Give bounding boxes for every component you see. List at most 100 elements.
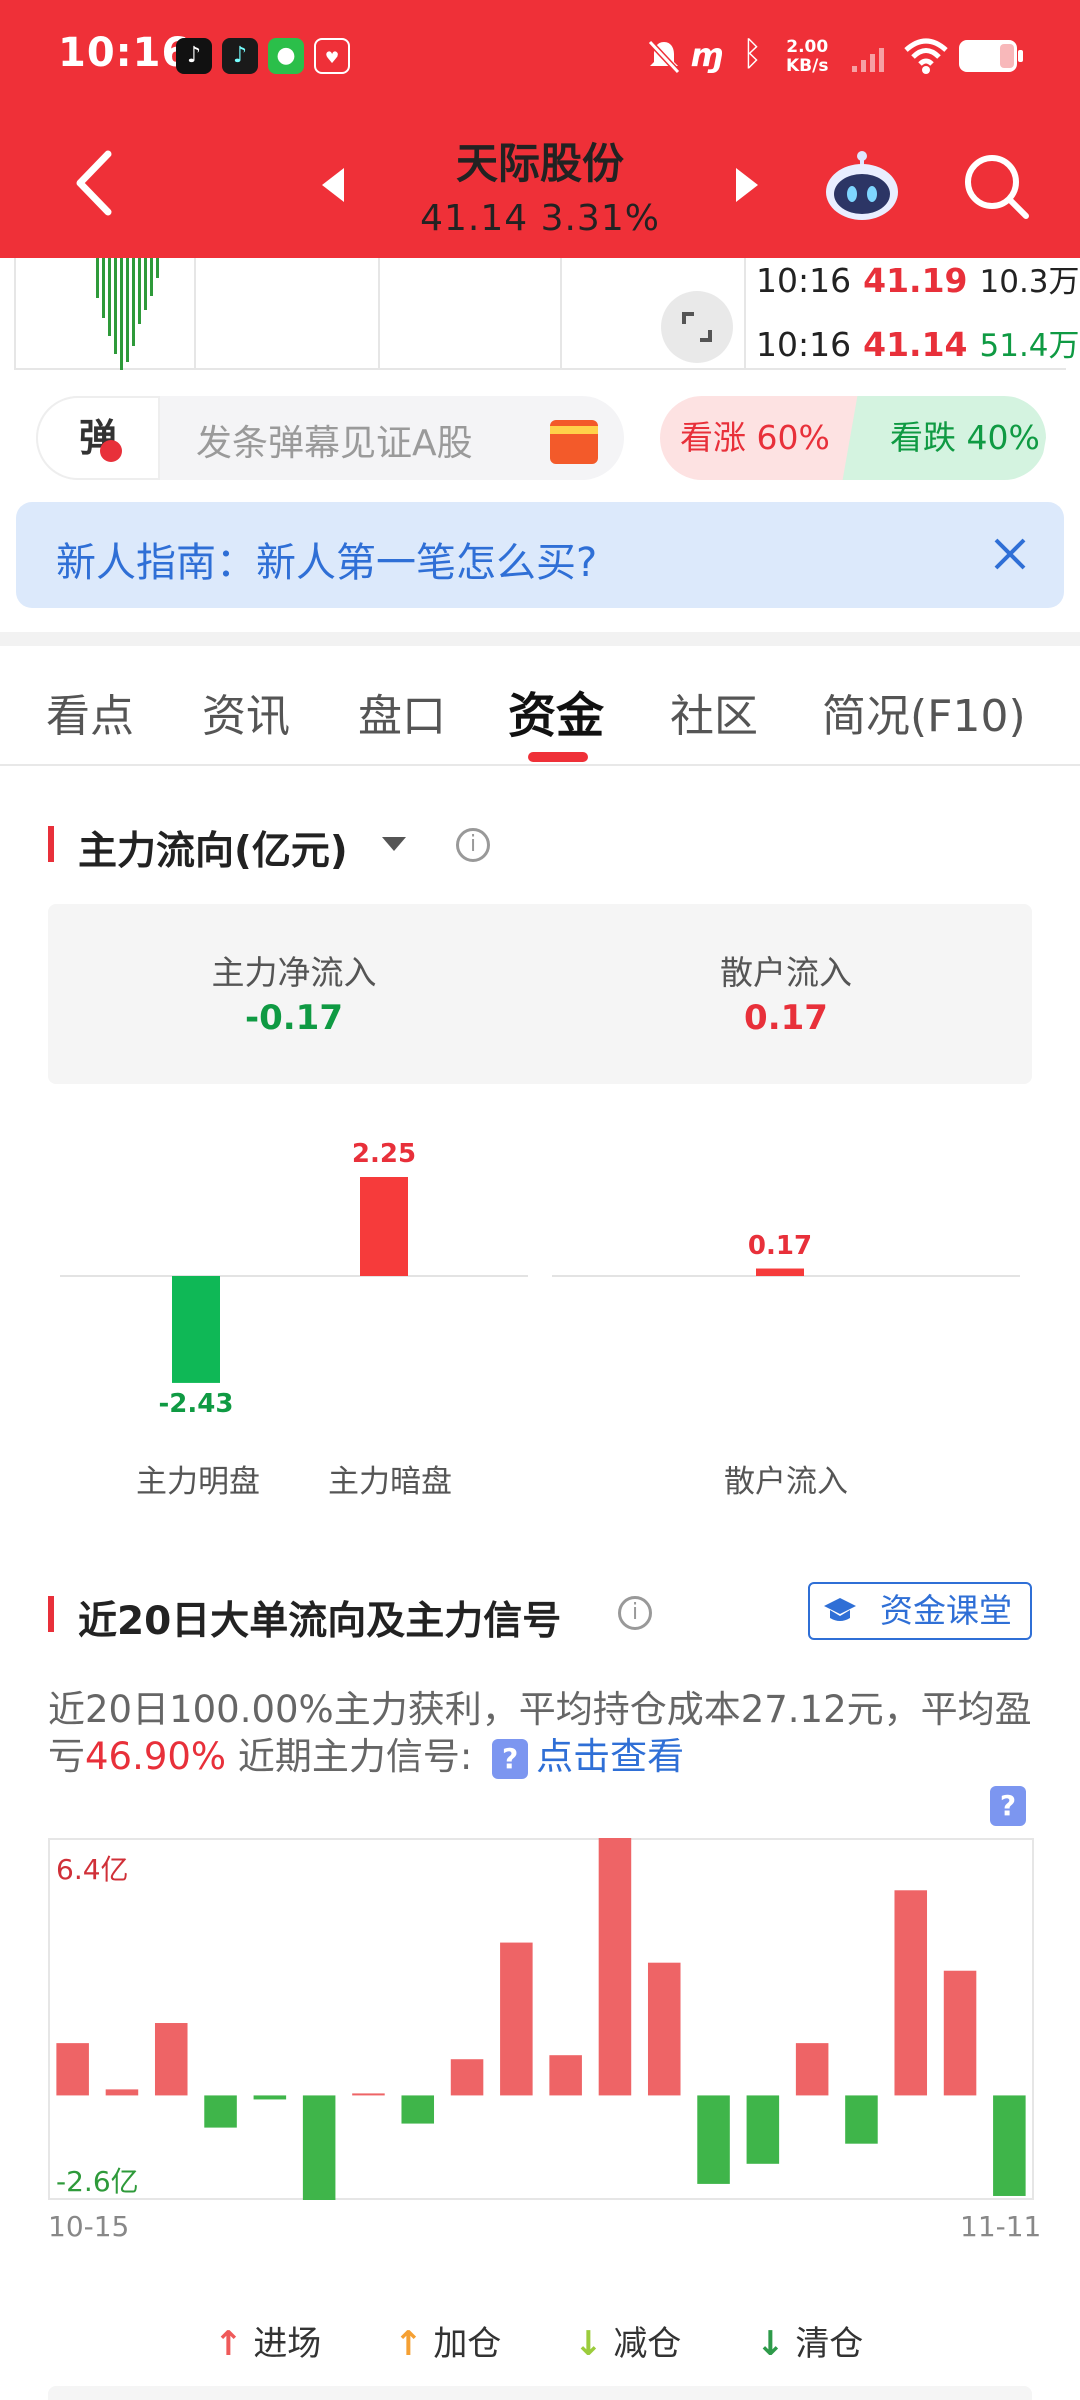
mute-icon — [647, 39, 681, 75]
bar-retail — [756, 1268, 804, 1276]
bearish-button[interactable]: 看跌 40% — [842, 396, 1046, 480]
day-flow-bar — [352, 2093, 385, 2096]
day-flow-bar — [845, 2095, 878, 2144]
retail-inflow-value: 0.17 — [744, 998, 828, 1038]
sentiment-bar: 看涨 60% 看跌 40% — [660, 396, 1046, 480]
next-card — [48, 2386, 1032, 2400]
day-flow-bar — [500, 1942, 533, 2096]
legend-add: ↑ 加仓 — [394, 2324, 502, 2364]
twenty-day-summary: 近20日100.00%主力获利，平均持仓成本27.12元，平均盈亏46.90% … — [48, 1688, 1032, 1779]
bar-category-label: 散户流入 — [724, 1464, 848, 1500]
main-flow-title[interactable]: 主力流向(亿元) — [78, 820, 348, 876]
grid-line — [194, 258, 196, 370]
day-flow-bar — [105, 2089, 139, 2096]
question-icon[interactable]: ? — [990, 1786, 1026, 1826]
tiktok-lite-icon: ♪ — [222, 38, 258, 74]
day-flow-bar — [154, 2023, 188, 2096]
x-end-label: 11-11 — [960, 2210, 1042, 2243]
bar-main-dark — [360, 1177, 408, 1276]
tick-row: 10:16 41.14 51.4万 — [756, 325, 1080, 364]
tabs-divider — [0, 764, 1080, 766]
back-button[interactable] — [70, 148, 120, 218]
net-inflow-value: -0.17 — [245, 998, 343, 1038]
robot-assistant-icon[interactable] — [822, 148, 902, 224]
day-flow-bar — [56, 2043, 89, 2096]
status-time: 10:16 — [58, 30, 191, 76]
day-flow-bar — [302, 2095, 336, 2200]
gift-ribbon — [550, 426, 598, 434]
battery-icon — [959, 40, 1023, 72]
stock-price-change: 41.14 3.31% — [420, 198, 660, 239]
question-icon[interactable]: ? — [492, 1738, 529, 1779]
retail-inflow-label: 散户流入 — [720, 953, 852, 992]
day-flow-bar — [993, 2095, 1026, 2196]
active-tab-indicator — [528, 752, 588, 762]
bar-value-label: 0.17 — [747, 1230, 813, 1261]
danmu-icon[interactable]: 弹 — [36, 396, 160, 480]
tab-news[interactable]: 资讯 — [202, 680, 290, 744]
day-flow-bar — [943, 1970, 977, 2096]
info-icon[interactable]: i — [456, 828, 490, 862]
day-flow-bar — [253, 2095, 287, 2100]
wechat-icon: ● — [268, 38, 304, 74]
taobao-1111-icon: ♥ — [314, 38, 350, 74]
bar-value-label: 2.25 — [351, 1139, 417, 1169]
chart-frame — [48, 1838, 1034, 2200]
bar-main-visible — [172, 1276, 220, 1383]
y-max-label: 6.4亿 — [56, 1853, 129, 1886]
day-flow-bar — [746, 2095, 780, 2164]
tab-community[interactable]: 社区 — [670, 680, 758, 744]
legend-enter: ↑ 进场 — [214, 2324, 322, 2364]
day-flow-bar — [795, 2043, 829, 2096]
chevron-down-icon[interactable] — [380, 834, 408, 854]
close-icon[interactable] — [992, 536, 1028, 572]
legend-reduce: ↓ 减仓 — [574, 2324, 682, 2364]
twenty-day-bar-chart — [48, 1838, 1034, 2200]
arrow-down-icon: ↓ — [756, 2324, 785, 2364]
net-inflow-label: 主力净流入 — [211, 953, 377, 992]
day-flow-bar — [598, 1838, 632, 2096]
volume-bars — [96, 258, 159, 370]
grid-line — [744, 258, 746, 370]
bar-category-label: 主力明盘 — [136, 1464, 260, 1500]
view-signal-link[interactable]: 点击查看 — [536, 1735, 684, 1778]
arrow-up-icon: ↑ — [214, 2324, 243, 2364]
tab-funds[interactable]: 资金 — [508, 676, 604, 746]
graduation-cap-icon — [824, 1598, 856, 1621]
section-marker — [48, 826, 54, 862]
tab-highlights[interactable]: 看点 — [46, 680, 134, 744]
bar-category-label: 主力暗盘 — [328, 1464, 452, 1500]
signal-icon — [852, 48, 884, 72]
arrow-down-icon: ↓ — [574, 2324, 603, 2364]
bluetooth-icon: ᛒ — [742, 34, 763, 74]
tab-profile-f10[interactable]: 简况(F10) — [822, 680, 1026, 744]
day-flow-bar — [894, 1890, 928, 2096]
day-flow-bar — [647, 1962, 681, 2096]
guide-text[interactable]: 新人指南：新人第一笔怎么买? — [56, 530, 597, 588]
net-flow-card — [48, 904, 1032, 1084]
bullish-button[interactable]: 看涨 60% — [660, 396, 860, 480]
nfc-icon: ɱ — [690, 36, 724, 74]
grid-line — [378, 258, 380, 370]
legend-clear: ↓ 清仓 — [756, 2324, 864, 2364]
x-start-label: 10-15 — [48, 2210, 130, 2243]
day-flow-bar — [204, 2095, 237, 2128]
wifi-icon — [904, 38, 948, 74]
stock-name: 天际股份 — [455, 139, 624, 188]
search-button[interactable] — [962, 152, 1032, 222]
arrow-up-icon: ↑ — [394, 2324, 423, 2364]
check-badge-icon — [100, 440, 122, 462]
danmu-placeholder: 发条弹幕见证A股 — [196, 423, 473, 464]
day-flow-bar — [549, 2055, 582, 2096]
y-min-label: -2.6亿 — [56, 2165, 139, 2198]
net-speed: 2.00 KB/s — [786, 37, 829, 76]
info-icon[interactable]: i — [618, 1596, 652, 1630]
day-flow-bar — [401, 2095, 435, 2124]
tab-orderbook[interactable]: 盘口 — [358, 680, 446, 744]
fullscreen-button[interactable] — [660, 290, 734, 364]
day-flow-bar — [450, 2059, 484, 2096]
next-stock-button[interactable] — [732, 166, 762, 204]
day-flow-bar — [697, 2095, 730, 2184]
section-marker — [48, 1596, 54, 1632]
grid-line — [560, 258, 562, 370]
